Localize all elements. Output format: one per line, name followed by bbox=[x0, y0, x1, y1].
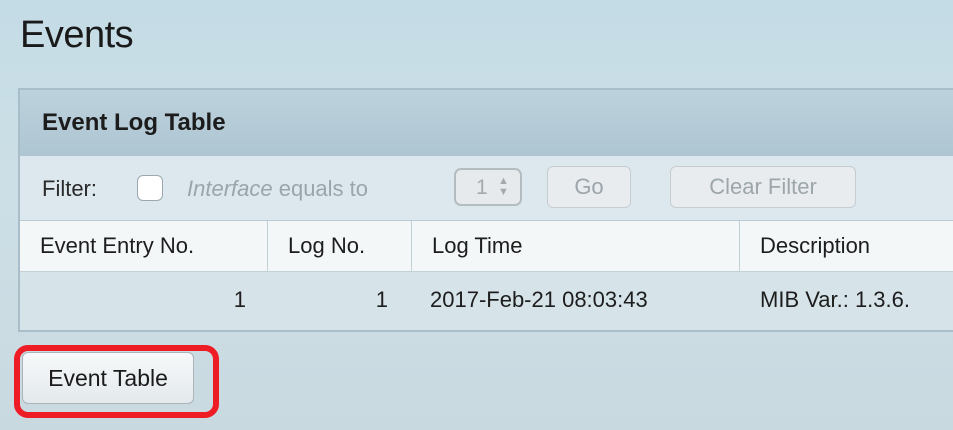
column-description: Description bbox=[760, 233, 871, 258]
cell-description: MIB Var.: 1.3.6. bbox=[760, 287, 910, 312]
column-log-no: Log No. bbox=[268, 221, 412, 271]
clear-filter-button[interactable]: Clear Filter bbox=[670, 166, 856, 208]
page-title: Events bbox=[20, 14, 134, 56]
filter-label: Filter: bbox=[42, 176, 97, 201]
filter-bar: Filter: Interface equals to 1 ▲ ▼ Go Clea… bbox=[20, 156, 953, 221]
column-event-entry-no: Event Entry No. bbox=[20, 221, 268, 271]
panel-title: Event Log Table bbox=[42, 109, 226, 136]
filter-checkbox[interactable] bbox=[137, 175, 163, 201]
column-log-time: Log Time bbox=[412, 221, 740, 271]
table-row: 1 1 2017-Feb-21 08:03:43 MIB Var.: 1.3.6… bbox=[20, 272, 953, 330]
cell-log-no: 1 bbox=[375, 287, 388, 312]
filter-condition-text: equals to bbox=[272, 176, 369, 201]
cell-log-time: 2017-Feb-21 08:03:43 bbox=[430, 287, 648, 312]
interface-stepper[interactable]: 1 ▲ ▼ bbox=[454, 168, 522, 206]
panel-header: Event Log Table bbox=[20, 90, 953, 157]
filter-condition-field: Interface bbox=[187, 176, 273, 201]
filter-condition: Interface equals to bbox=[187, 176, 368, 202]
table-header: Event Entry No. Log No. Log Time Descrip… bbox=[20, 221, 953, 272]
stepper-arrows-icon: ▲ ▼ bbox=[498, 175, 509, 198]
go-button[interactable]: Go bbox=[547, 166, 631, 208]
event-table-button[interactable]: Event Table bbox=[22, 352, 194, 404]
stepper-value: 1 bbox=[476, 176, 488, 199]
cell-event-entry-no: 1 bbox=[233, 287, 246, 312]
event-log-panel: Event Log Table Filter: Interface equals… bbox=[18, 88, 953, 332]
